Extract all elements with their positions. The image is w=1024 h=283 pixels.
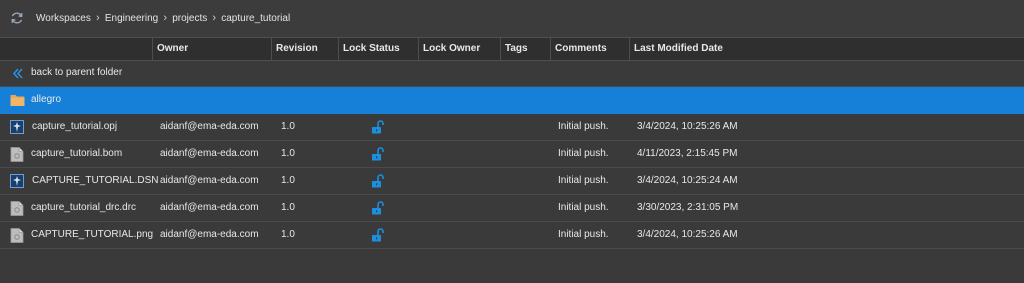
file-owner: aidanf@ema-eda.com [160,148,259,159]
file-owner: aidanf@ema-eda.com [160,121,259,132]
generic-file-icon [10,201,24,216]
file-modified: 3/4/2024, 10:25:24 AM [637,175,738,186]
folder-icon [10,95,25,106]
file-name: capture_tutorial_drc.drc [31,202,137,213]
breadcrumb-projects[interactable]: projects [172,13,207,24]
capture-file-icon [10,120,24,134]
file-name: capture_tutorial.opj [32,121,118,132]
column-header-lock-owner[interactable]: Lock Owner [418,38,500,60]
file-revision: 1.0 [281,202,295,213]
column-header-owner[interactable]: Owner [152,38,271,60]
unlocked-icon[interactable] [371,147,385,161]
file-comments: Initial push. [558,229,609,240]
file-modified: 3/30/2023, 2:31:05 PM [637,202,739,213]
column-header-lock-status[interactable]: Lock Status [338,38,418,60]
unlocked-icon[interactable] [371,120,385,134]
table-row[interactable]: capture_tutorial.bom aidanf@ema-eda.com … [0,141,1024,168]
table-row[interactable]: CAPTURE_TUTORIAL.DSN aidanf@ema-eda.com … [0,168,1024,195]
file-comments: Initial push. [558,148,609,159]
breadcrumb-current[interactable]: capture_tutorial [221,13,290,24]
table-row[interactable]: CAPTURE_TUTORIAL.png aidanf@ema-eda.com … [0,222,1024,249]
file-name: CAPTURE_TUTORIAL.png [31,229,154,240]
column-header-tags[interactable]: Tags [500,38,550,60]
file-modified: 3/4/2024, 10:25:26 AM [637,121,738,132]
file-revision: 1.0 [281,148,295,159]
breadcrumb-workspaces[interactable]: Workspaces [36,13,91,24]
file-revision: 1.0 [281,229,295,240]
file-revision: 1.0 [281,175,295,186]
back-arrow-icon [12,68,23,79]
table-row[interactable]: capture_tutorial.opj aidanf@ema-eda.com … [0,114,1024,141]
generic-file-icon [10,147,24,162]
column-header-comments[interactable]: Comments [550,38,629,60]
file-comments: Initial push. [558,202,609,213]
table-row[interactable]: capture_tutorial_drc.drc aidanf@ema-eda.… [0,195,1024,222]
file-modified: 4/11/2023, 2:15:45 PM [637,148,738,159]
file-comments: Initial push. [558,175,609,186]
file-modified: 3/4/2024, 10:25:26 AM [637,229,738,240]
back-to-parent-row[interactable]: back to parent folder [0,60,1024,87]
file-name: capture_tutorial.bom [31,148,123,159]
capture-file-icon [10,174,24,188]
toolbar: Workspaces › Engineering › projects › ca… [0,0,1024,36]
unlocked-icon[interactable] [371,174,385,188]
chevron-right-icon: › [96,12,100,24]
file-revision: 1.0 [281,121,295,132]
column-header-revision[interactable]: Revision [271,38,338,60]
back-to-parent-label: back to parent folder [31,67,123,78]
chevron-right-icon: › [212,12,217,24]
column-header-name[interactable] [0,38,152,60]
file-owner: aidanf@ema-eda.com [160,229,259,240]
table-header: Owner Revision Lock Status Lock Owner Ta… [0,37,1024,61]
chevron-right-icon: › [163,12,168,24]
breadcrumb-engineering[interactable]: Engineering [105,13,158,24]
file-owner: aidanf@ema-eda.com [160,202,259,213]
generic-file-icon [10,228,24,243]
list-item-folder[interactable]: allegro [0,87,1024,114]
unlocked-icon[interactable] [371,201,385,215]
unlocked-icon[interactable] [371,228,385,242]
file-comments: Initial push. [558,121,609,132]
file-owner: aidanf@ema-eda.com [160,175,259,186]
breadcrumb: Workspaces › Engineering › projects › ca… [36,12,290,24]
folder-name: allegro [31,94,62,105]
column-header-last-modified[interactable]: Last Modified Date [629,38,1024,60]
file-name: CAPTURE_TUTORIAL.DSN [32,175,159,186]
refresh-icon[interactable] [10,11,24,25]
